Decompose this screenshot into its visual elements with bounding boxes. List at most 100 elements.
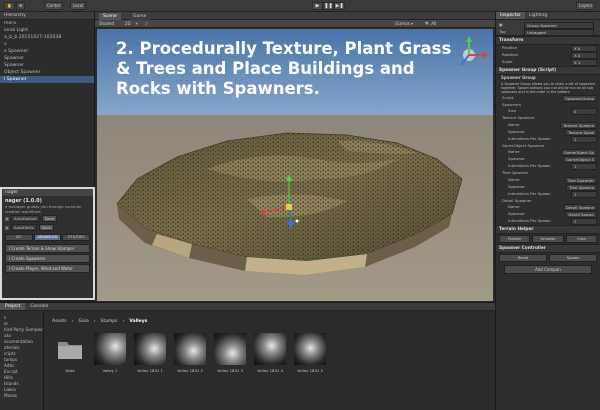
- hierarchy-item-selected[interactable]: l Spawner: [0, 76, 94, 83]
- scene-viewport[interactable]: 2. Procedurally Texture, Plant Grass & T…: [97, 29, 493, 301]
- folder-asset[interactable]: Data: [54, 333, 86, 373]
- heightmap-thumbnail: [214, 333, 246, 365]
- pivot-center-button[interactable]: Center: [44, 2, 64, 10]
- project-folder-item[interactable]: Mesas: [0, 393, 43, 399]
- spawner-controller-header[interactable]: Spawner Controller: [496, 244, 600, 254]
- step-icon[interactable]: ▶❚: [334, 2, 345, 10]
- manager-field[interactable]: AutoFields: [11, 224, 37, 231]
- manager-option-row: AutoDefault Save: [2, 214, 93, 223]
- stamp-asset[interactable]: Valley 1: [94, 333, 126, 373]
- hierarchy-item[interactable]: ional Light: [0, 27, 94, 34]
- field-label: Tree Spawner: [502, 170, 529, 176]
- gizmos-dropdown[interactable]: Gizmos ▾: [395, 21, 413, 27]
- field-label: Spawner: [508, 183, 525, 189]
- tag-dropdown[interactable]: Untagged: [524, 29, 594, 36]
- field-value[interactable]: SpawnerGroup: [562, 94, 597, 102]
- pivot-local-button[interactable]: Local: [70, 2, 87, 10]
- tab-inspector[interactable]: Inspector: [496, 12, 525, 19]
- tab-scene[interactable]: Scene: [99, 13, 121, 20]
- tab-utilities[interactable]: UTILITIES: [62, 234, 91, 241]
- tab-console[interactable]: Console: [25, 303, 53, 310]
- terrain-helper-header[interactable]: Terrain Helper: [496, 225, 600, 235]
- object-name-field[interactable]: Group Spawner: [524, 22, 594, 29]
- field-value[interactable]: 4: [571, 108, 597, 116]
- transform-header[interactable]: Transform: [496, 36, 600, 45]
- stamp-asset[interactable]: Valley 1831 4: [254, 333, 286, 373]
- tutorial-caption: 2. Procedurally Texture, Plant Grass & T…: [116, 39, 452, 98]
- tab-basic[interactable]: SIC: [5, 234, 33, 241]
- create-spawners-button[interactable]: l Create Spawners: [5, 254, 90, 263]
- inspector-field-row: Name GameObject Sp: [496, 149, 600, 157]
- field-value[interactable]: 1: [571, 163, 597, 171]
- hierarchy-item[interactable]: Spawner: [0, 62, 94, 69]
- add-component-button[interactable]: Add Compon: [504, 265, 592, 275]
- field-value[interactable]: X 0: [571, 52, 597, 59]
- reset-button[interactable]: Reset: [499, 254, 547, 263]
- spawn-button[interactable]: Spawn: [549, 254, 597, 263]
- manager-save-button[interactable]: Save: [41, 215, 58, 222]
- play-icon[interactable]: ▶: [312, 2, 323, 10]
- field-value[interactable]: GameObject S: [563, 156, 597, 164]
- 2d-toggle[interactable]: 2D: [125, 21, 131, 27]
- field-value[interactable]: Detail Spawne: [562, 204, 597, 212]
- create-terrain-button[interactable]: l Create Terrain & Show Stamper: [5, 244, 90, 253]
- breadcrumb-item[interactable]: Assets: [50, 319, 69, 324]
- hierarchy-item[interactable]: Spawner: [0, 55, 94, 62]
- hierarchy-tab[interactable]: Hierarchy: [0, 12, 94, 20]
- audio-toggle-icon[interactable]: ♪: [145, 21, 148, 27]
- field-value[interactable]: Texture Spaw: [565, 128, 597, 136]
- field-value[interactable]: 1: [571, 218, 597, 226]
- field-value[interactable]: 1: [571, 190, 597, 198]
- tab-project[interactable]: Project: [0, 303, 26, 310]
- stamp-asset[interactable]: Valley 1831 5: [294, 333, 326, 373]
- lighting-toggle-icon[interactable]: ☀: [135, 21, 139, 27]
- layers-dropdown[interactable]: Layers: [576, 2, 596, 10]
- manager-save-button[interactable]: Save: [38, 224, 54, 231]
- field-value[interactable]: 1: [571, 135, 597, 143]
- scene-view: Scene Game Shaded 2D ☀ ♪ Gizmos ▾ 🔍 All: [95, 12, 495, 302]
- hierarchy-item[interactable]: x Spawner: [0, 48, 94, 55]
- create-player-button[interactable]: l Create Player, Wind and Water: [5, 264, 90, 273]
- scene-search-input[interactable]: 🔍 All: [425, 21, 436, 27]
- stamp-asset[interactable]: Valley 1831 3: [214, 333, 246, 373]
- component-header[interactable]: Spawner Group (Script): [496, 66, 600, 75]
- smooth-button[interactable]: Smooth: [532, 235, 564, 244]
- scene-control-bar: Shaded 2D ☀ ♪ Gizmos ▾ 🔍 All: [95, 20, 495, 28]
- flatten-button[interactable]: Flatten: [499, 235, 531, 244]
- field-value[interactable]: Texture Spawne: [560, 121, 597, 129]
- manager-field[interactable]: AutoDefault: [11, 215, 40, 222]
- checkbox[interactable]: [5, 225, 9, 230]
- stamp-asset[interactable]: Valley 1831 1: [134, 333, 166, 373]
- breadcrumb-item[interactable]: Gaia: [76, 319, 90, 324]
- field-value[interactable]: X 0: [571, 45, 597, 52]
- pause-icon[interactable]: ❚❚: [323, 2, 334, 10]
- hierarchy-item[interactable]: x: [0, 41, 94, 48]
- stamp-asset[interactable]: Valley 1831 2: [174, 333, 206, 373]
- breadcrumb-item[interactable]: Stamps: [99, 319, 120, 324]
- hierarchy-item[interactable]: a_b_b 20151027-102038: [0, 34, 94, 41]
- breadcrumb-item[interactable]: Valleys: [127, 319, 149, 324]
- hierarchy-item[interactable]: Object Spawner: [0, 69, 94, 76]
- field-value[interactable]: Detail Spawn: [565, 211, 597, 219]
- hand-tool-button[interactable]: ✋: [4, 2, 15, 10]
- field-label: Scale: [502, 59, 513, 65]
- field-value[interactable]: GameObject Sp: [560, 149, 597, 157]
- checkbox[interactable]: [5, 216, 9, 221]
- hierarchy-item[interactable]: mera: [0, 20, 94, 27]
- field-label: Position: [502, 45, 518, 51]
- field-value[interactable]: X 1: [571, 59, 597, 66]
- tab-lighting[interactable]: Lighting: [525, 12, 551, 19]
- clear-button[interactable]: Clea: [565, 235, 597, 244]
- asset-label: Valley 1831 2: [177, 368, 203, 373]
- manager-tabs: SIC ADVANCED UTILITIES: [2, 232, 93, 243]
- field-label: Spawner: [508, 211, 525, 217]
- manager-window-tab[interactable]: nager: [2, 189, 93, 196]
- tab-game[interactable]: Game: [129, 13, 151, 20]
- field-value[interactable]: Tree Spawne: [566, 183, 597, 191]
- tab-advanced[interactable]: ADVANCED: [33, 234, 62, 241]
- move-tool-button[interactable]: ✥: [16, 2, 26, 10]
- field-value[interactable]: Tree Spawner: [564, 176, 597, 184]
- heightmap-thumbnail: [134, 333, 166, 365]
- project-panel: Project Console s ie hird Party Samplers at…: [0, 302, 495, 410]
- shading-mode-dropdown[interactable]: Shaded: [99, 21, 114, 27]
